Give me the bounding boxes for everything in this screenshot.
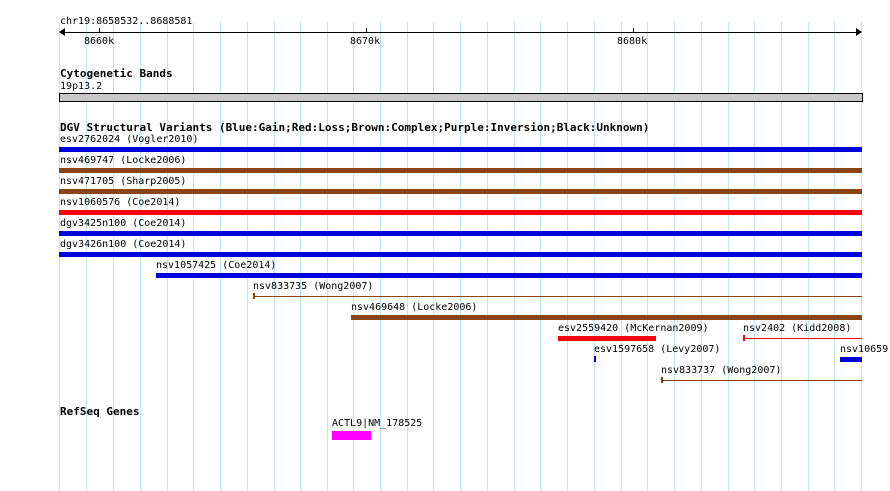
- ruler-tick-label: 8660k: [84, 36, 115, 47]
- variant-bar[interactable]: [59, 252, 862, 257]
- variant-label: nsv1060576 (Coe2014): [60, 197, 181, 208]
- ruler-tick-label: 8680k: [617, 36, 648, 47]
- variant-label: nsv471705 (Sharp2005): [60, 176, 187, 187]
- cytoband-label: 19p13.2: [60, 81, 103, 92]
- variant-bar[interactable]: [156, 273, 862, 278]
- variant-label: nsv833737 (Wong2007): [661, 365, 782, 376]
- ruler-line: [60, 32, 861, 33]
- scroll-right-arrow-icon[interactable]: [856, 28, 862, 36]
- variant-bar[interactable]: [840, 357, 862, 362]
- variant-bar[interactable]: [59, 147, 862, 152]
- genome-browser-view: chr19:8658532..8688581 8660k 8670k 8680k…: [0, 0, 890, 491]
- cytogenetic-track-title: Cytogenetic Bands: [60, 67, 173, 80]
- variant-bar[interactable]: [59, 189, 862, 194]
- variant-label: nsv833735 (Wong2007): [253, 281, 374, 292]
- variant-endcap: [253, 293, 255, 299]
- variant-label: nsv10659: [840, 344, 889, 355]
- variant-bar[interactable]: [558, 336, 656, 341]
- variant-bar[interactable]: [743, 338, 862, 339]
- variant-label: esv1597658 (Levy2007): [594, 344, 721, 355]
- variant-label: nsv469747 (Locke2006): [60, 155, 187, 166]
- variant-bar[interactable]: [59, 231, 862, 236]
- variant-bar[interactable]: [594, 356, 596, 362]
- variant-bar[interactable]: [661, 380, 862, 381]
- gene-label: ACTL9|NM_178525: [332, 418, 423, 429]
- variant-label: nsv469648 (Locke2006): [351, 302, 478, 313]
- variant-endcap: [743, 335, 745, 341]
- variant-bar[interactable]: [351, 315, 862, 320]
- variant-bar[interactable]: [59, 168, 862, 173]
- ruler-tick: [99, 28, 100, 33]
- refseq-track-title: RefSeq Genes: [60, 405, 140, 418]
- variant-bar[interactable]: [59, 210, 862, 215]
- variant-bar[interactable]: [253, 296, 862, 297]
- scroll-left-arrow-icon[interactable]: [59, 28, 65, 36]
- cytoband-bar[interactable]: [59, 93, 863, 102]
- variant-label: dgv3426n100 (Coe2014): [60, 239, 187, 250]
- ruler-tick: [633, 28, 634, 33]
- gene-bar[interactable]: [332, 431, 371, 440]
- variant-endcap: [661, 377, 663, 383]
- variant-label: nsv1057425 (Coe2014): [156, 260, 277, 271]
- variant-label: dgv3425n100 (Coe2014): [60, 218, 187, 229]
- location-label: chr19:8658532..8688581: [60, 16, 193, 27]
- dgv-track-title: DGV Structural Variants (Blue:Gain;Red:L…: [60, 121, 650, 134]
- variant-label: esv2559420 (McKernan2009): [558, 323, 709, 334]
- variant-label: nsv2402 (Kidd2008): [743, 323, 852, 334]
- ruler-tick-label: 8670k: [350, 36, 381, 47]
- variant-label: esv2762024 (Vogler2010): [60, 134, 199, 145]
- ruler-tick: [366, 28, 367, 33]
